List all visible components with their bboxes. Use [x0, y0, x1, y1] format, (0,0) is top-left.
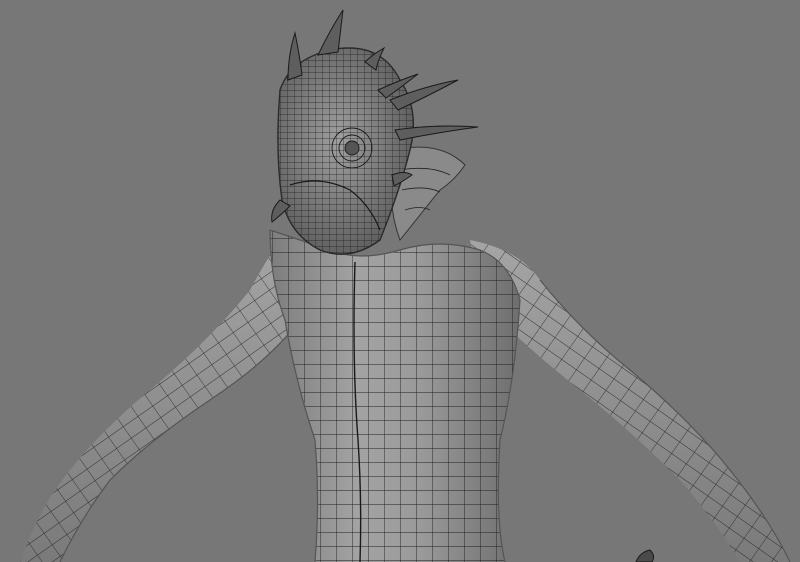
hand-detail-mesh [635, 549, 655, 562]
viewport-canvas[interactable] [0, 0, 800, 562]
torso-mesh [269, 229, 521, 562]
3d-viewport[interactable] [0, 0, 800, 562]
left-arm-mesh [20, 239, 301, 562]
right-arm-mesh [470, 240, 791, 562]
